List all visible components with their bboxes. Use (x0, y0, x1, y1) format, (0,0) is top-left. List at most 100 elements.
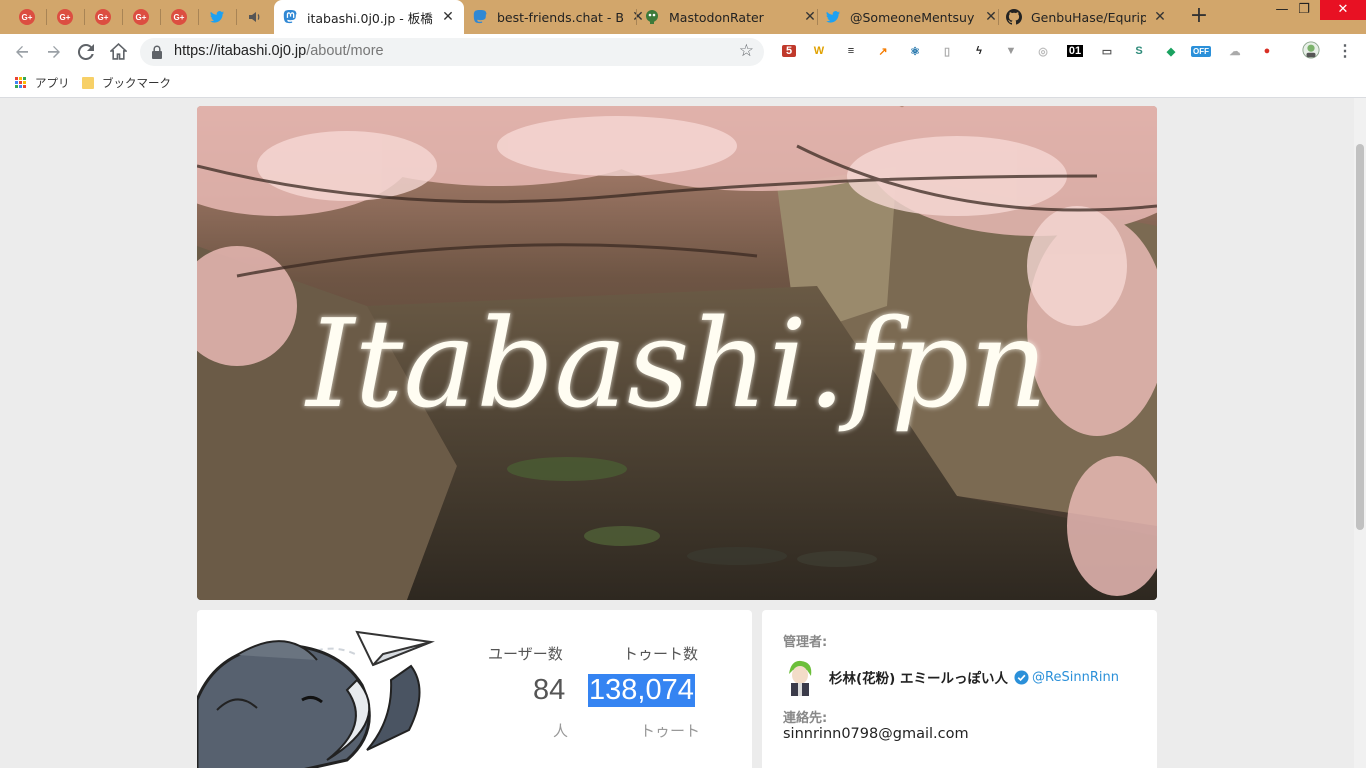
bookmark-label: アプリ (35, 76, 70, 90)
google-plus-icon: G+ (19, 9, 35, 25)
address-bar[interactable]: https://itabashi.0j0.jp/about/more ☆ (140, 38, 764, 66)
bookmark-apps[interactable]: アプリ (15, 75, 70, 91)
scrollbar-thumb[interactable] (1356, 144, 1364, 530)
vue-devtools-extension[interactable]: ▼ (1002, 42, 1020, 60)
admin-display-name[interactable]: 杉林(花粉) エミールっぽい人 (829, 667, 1008, 687)
tab-close-button[interactable]: ✕ (440, 9, 456, 25)
shield-icon: ◆ (1166, 45, 1176, 58)
buffer-extension[interactable]: ≡ (842, 42, 860, 60)
buffer-icon: ≡ (847, 45, 855, 57)
tab-close-button[interactable]: ✕ (983, 9, 999, 25)
tab-close-button[interactable]: ✕ (1152, 9, 1168, 25)
shield-extension[interactable]: ◆ (1162, 42, 1180, 60)
vue-devtools-icon: ▼ (1005, 45, 1017, 57)
bookmark-star-icon[interactable]: ☆ (739, 41, 754, 61)
reload-button[interactable] (74, 40, 98, 64)
mastodon-icon (473, 10, 487, 24)
admin-heading: 管理者: (783, 635, 828, 650)
tab-twitter-pinned[interactable] (198, 0, 236, 34)
tab-title: itabashi.0j0.jp - 板橋 (307, 10, 433, 26)
users-unit: 人 (553, 722, 569, 740)
tab-best-friends[interactable]: best-friends.chat - B ✕ (464, 0, 654, 34)
twitter-icon (826, 11, 840, 23)
hero-banner: Itabashi.fpn Itabashi.fpn (197, 106, 1157, 600)
react-devtools-icon: ⚛ (910, 45, 920, 58)
tab-google-plus-1[interactable]: G+ (8, 0, 46, 34)
admin-avatar[interactable] (783, 658, 817, 696)
verified-icon (1014, 669, 1029, 685)
arrow-left-icon (16, 46, 28, 58)
bookmark-label: ブックマーク (102, 76, 171, 90)
mastodon-rater-icon (646, 10, 658, 24)
tab-google-plus-3[interactable]: G+ (84, 0, 122, 34)
chart-extension[interactable]: ↗ (874, 42, 892, 60)
record-extension[interactable]: ● (1258, 42, 1276, 60)
line-extension[interactable]: ▭ (1098, 42, 1116, 60)
admin-account[interactable]: 杉林(花粉) エミールっぽい人 @ReSinnRinn (783, 658, 1119, 696)
menu-kebab-icon[interactable]: ⋮ (1336, 42, 1354, 60)
tab-google-plus-2[interactable]: G+ (46, 0, 84, 34)
tab-itabashi[interactable]: itabashi.0j0.jp - 板橋 ✕ (274, 0, 464, 34)
cloud-icon: ☁ (1229, 45, 1241, 58)
forward-button[interactable] (42, 40, 66, 64)
tab-counter-icon: 5 (781, 45, 797, 57)
google-plus-icon: G+ (57, 9, 73, 25)
face-icon: ◎ (1038, 45, 1048, 58)
tab-title: MastodonRater (669, 9, 764, 25)
tab-google-plus-4[interactable]: G+ (122, 0, 160, 34)
chart-icon: ↗ (878, 45, 888, 58)
01-icon: 01 (1066, 45, 1084, 57)
tab-genbuhase-equript[interactable]: GenbuHase/Equript ✕ (998, 0, 1176, 34)
profile-avatar[interactable] (1302, 41, 1320, 59)
back-button[interactable] (10, 40, 34, 64)
cherry-blossom-river-image: Itabashi.fpn Itabashi.fpn (197, 106, 1157, 600)
stats-card: ユーザー数 トゥート数 84 138,074 人 トゥート (197, 610, 752, 768)
url-path: /about/more (306, 43, 384, 59)
google-plus-icon: G+ (133, 9, 149, 25)
tab-audio-pinned[interactable] (236, 0, 274, 34)
page-scrollbar[interactable] (1354, 98, 1366, 768)
w-extension[interactable]: W (810, 42, 828, 60)
twitter-icon (210, 11, 224, 23)
face-extension[interactable]: ◎ (1034, 42, 1052, 60)
apps-grid-icon (15, 77, 27, 89)
page-icon: ▯ (943, 45, 951, 58)
01-extension[interactable]: 01 (1066, 42, 1084, 60)
tab-counter-extension[interactable]: 5 (780, 42, 798, 60)
bolt-extension[interactable]: ϟ (970, 42, 988, 60)
bolt-icon: ϟ (976, 45, 982, 57)
cloud-extension[interactable]: ☁ (1226, 42, 1244, 60)
lock-icon (152, 45, 162, 59)
bookmarks-bar: アプリ ブックマーク (0, 70, 1366, 98)
users-label: ユーザー数 (488, 645, 563, 663)
toots-unit: トゥート (640, 722, 701, 740)
page-content: Itabashi.fpn Itabashi.fpn ユーザー数 トゥート数 84… (0, 98, 1366, 768)
tab-mastodon-rater[interactable]: MastodonRater ✕ (636, 0, 826, 34)
home-button[interactable] (106, 40, 130, 64)
s-extension[interactable]: S (1130, 42, 1148, 60)
new-tab-button[interactable]: + (1186, 5, 1212, 29)
admin-card: 管理者: 杉林(花粉) エミールっぽい人 @ReSinnRinn 連絡先: si… (762, 610, 1157, 768)
admin-handle-link[interactable]: @ReSinnRinn (1032, 670, 1119, 685)
close-window-button[interactable]: ✕ (1320, 0, 1366, 20)
tab-close-button[interactable]: ✕ (802, 9, 818, 25)
restore-button[interactable]: ❐ (1284, 0, 1324, 20)
page-extension[interactable]: ▯ (938, 42, 956, 60)
contact-heading: 連絡先: (783, 711, 828, 726)
tab-someone-mentsuy[interactable]: @SomeoneMentsuy ✕ (817, 0, 1007, 34)
contact-email[interactable]: sinnrinn0798@gmail.com (783, 726, 969, 742)
mastodon-off-extension[interactable]: OFF (1191, 42, 1211, 60)
mastodon-mascot-image (197, 630, 435, 768)
google-plus-icon: G+ (95, 9, 111, 25)
bookmark-folder[interactable]: ブックマーク (82, 75, 171, 91)
tab-google-plus-5[interactable]: G+ (160, 0, 198, 34)
react-devtools-extension[interactable]: ⚛ (906, 42, 924, 60)
google-plus-icon: G+ (171, 9, 187, 25)
profile-icon (1302, 41, 1320, 59)
browser-toolbar: https://itabashi.0j0.jp/about/more ☆ 5 W ≡… (0, 34, 1366, 70)
home-icon (108, 42, 128, 60)
banner-text: Itabashi.fpn (304, 293, 1048, 435)
tab-title: GenbuHase/Equript (1031, 9, 1146, 25)
tab-title: best-friends.chat - B (497, 9, 624, 25)
record-icon: ● (1263, 45, 1271, 57)
